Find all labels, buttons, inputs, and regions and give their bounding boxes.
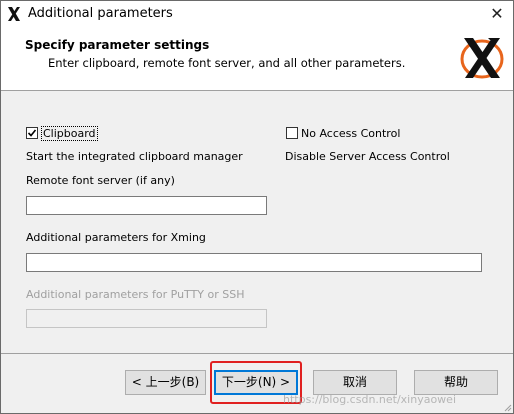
back-button[interactable]: < 上一步(B): [125, 370, 206, 395]
help-button[interactable]: 帮助: [414, 370, 498, 395]
xming-params-label: Additional parameters for Xming: [26, 231, 206, 244]
no-access-control-description: Disable Server Access Control: [285, 150, 450, 163]
header-subtitle: Enter clipboard, remote font server, and…: [48, 56, 406, 70]
header-title: Specify parameter settings: [25, 38, 210, 52]
window-title: Additional parameters: [28, 6, 173, 21]
parameters-panel: Clipboard Start the integrated clipboard…: [1, 91, 513, 353]
cancel-button[interactable]: 取消: [313, 370, 397, 395]
watermark-text: https://blog.csdn.net/xinyaowei: [283, 393, 457, 406]
clipboard-checkbox[interactable]: [26, 127, 38, 139]
footer-divider: [1, 353, 513, 354]
title-bar[interactable]: Additional parameters ✕: [1, 1, 513, 28]
resize-grip-icon[interactable]: [502, 402, 512, 412]
putty-params-label: Additional parameters for PuTTY or SSH: [26, 288, 245, 301]
dialog-window: Additional parameters ✕ Specify paramete…: [0, 0, 514, 414]
remote-font-input[interactable]: [26, 196, 267, 215]
clipboard-label[interactable]: Clipboard: [41, 126, 98, 141]
close-button[interactable]: ✕: [487, 4, 507, 24]
xming-logo-icon: [460, 38, 504, 79]
wizard-header: Specify parameter settings Enter clipboa…: [1, 28, 513, 91]
putty-params-input: [26, 309, 267, 328]
xming-params-input[interactable]: [26, 253, 482, 272]
clipboard-description: Start the integrated clipboard manager: [26, 150, 243, 163]
remote-font-label: Remote font server (if any): [26, 174, 175, 187]
no-access-control-label[interactable]: No Access Control: [301, 127, 400, 140]
no-access-control-checkbox[interactable]: [286, 127, 298, 139]
checkmark-icon: [27, 129, 37, 137]
xming-app-icon: [8, 7, 20, 21]
